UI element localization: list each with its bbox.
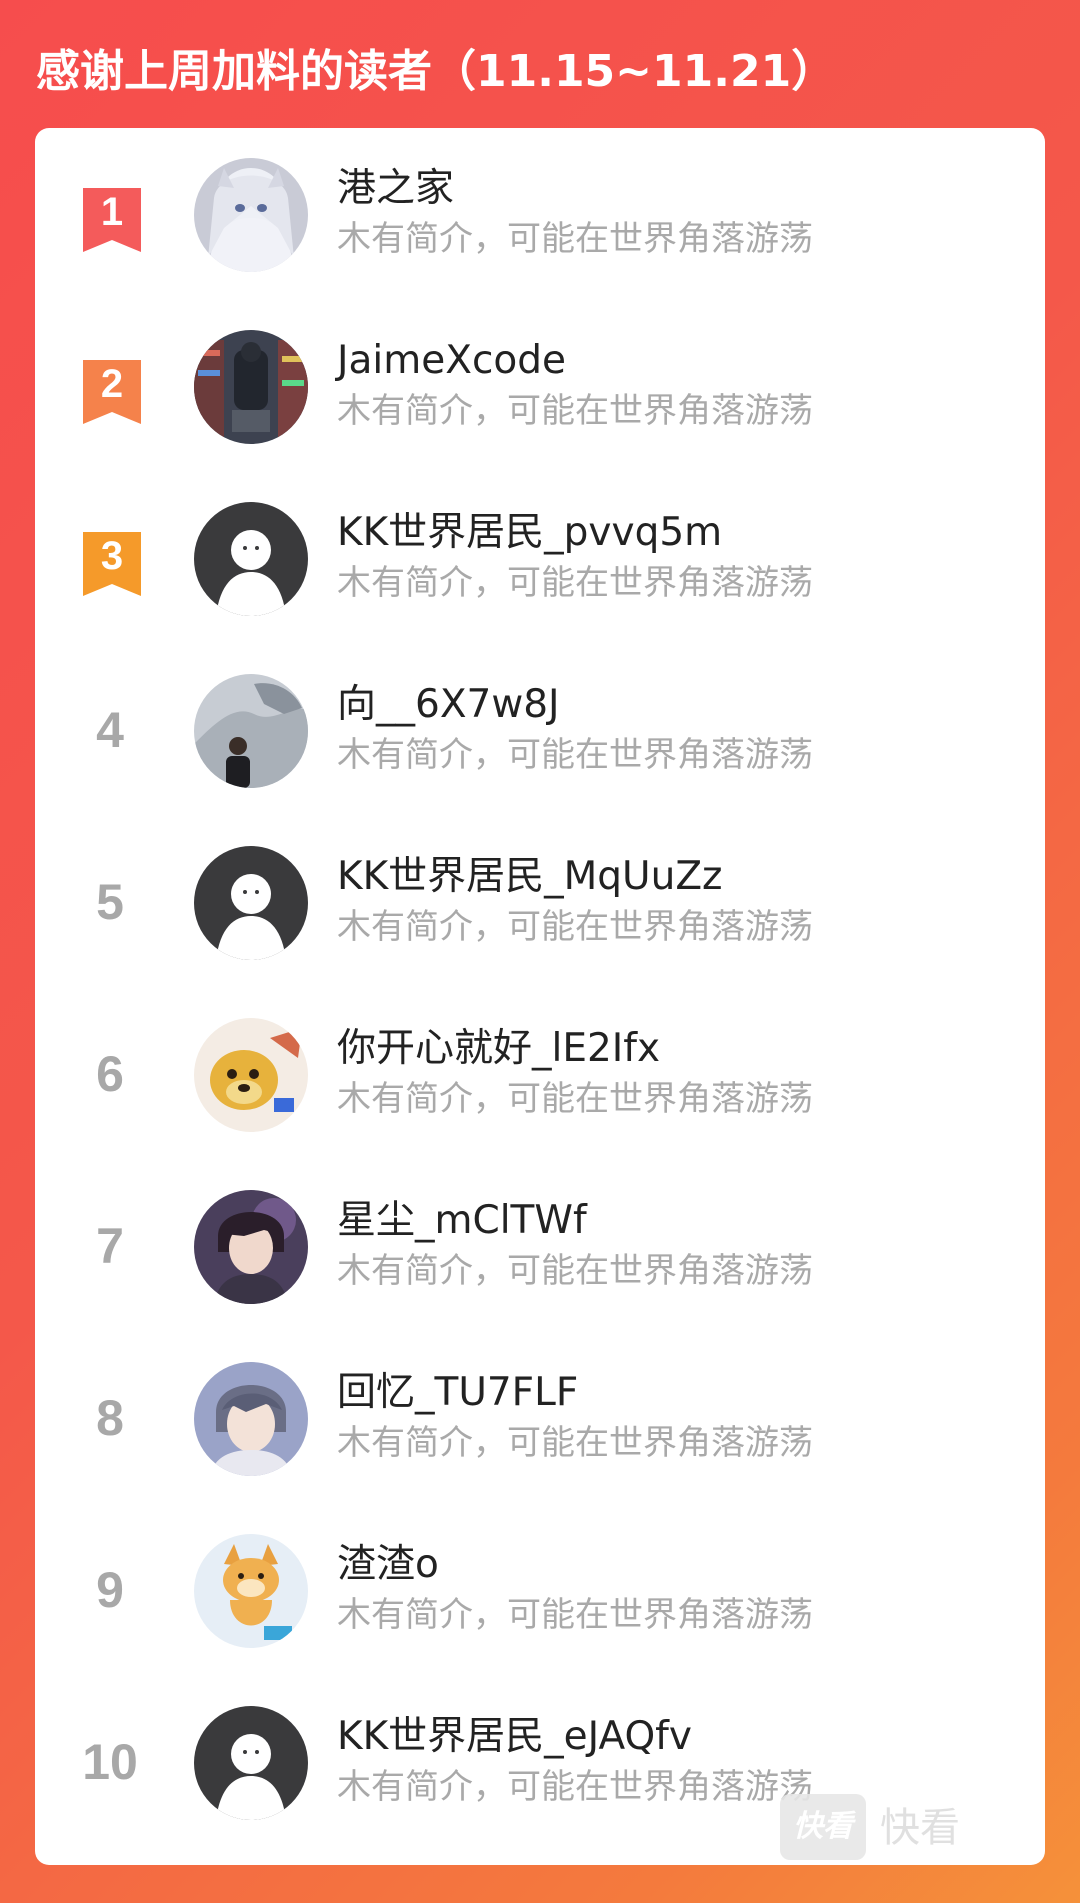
kuaikan-watermark: 快看 快看 (780, 1790, 980, 1866)
rank-number: 10 (82, 1734, 138, 1790)
person-outdoor-photo-avatar[interactable] (194, 674, 308, 788)
anime-boy-avatar-2[interactable] (194, 1362, 308, 1476)
reader-bio: 木有简介，可能在世界角落游荡 (337, 1595, 813, 1635)
reader-name[interactable]: 向__6X7w8J (337, 680, 560, 730)
list-item-reader-7[interactable]: 7 星尘_mClTWf 木有简介，可能在世界角落游荡 (35, 1160, 1045, 1332)
reader-name[interactable]: 星尘_mClTWf (337, 1196, 587, 1246)
list-item-reader-6[interactable]: 6 你开心就好_lE2Ifx 木有简介，可能在世界角落游荡 (35, 988, 1045, 1160)
list-item-reader-2[interactable]: 2 JaimeXcode 木有简介，可能在世界角落游荡 (35, 300, 1045, 472)
rank-3-ribbon-icon: 3 (83, 532, 141, 596)
rank-number: 8 (96, 1390, 124, 1446)
reader-ranking-list: 1 港之家 木有简介，可能在世界角落游荡 2 JaimeXcode 木有简介，可… (35, 128, 1045, 1865)
reader-bio: 木有简介，可能在世界角落游荡 (337, 735, 813, 775)
reader-name[interactable]: 港之家 (337, 164, 454, 214)
rank-1-ribbon-icon: 1 (83, 188, 141, 252)
reader-bio: 木有简介，可能在世界角落游荡 (337, 1767, 813, 1807)
rank-2-ribbon-icon: 2 (83, 360, 141, 424)
page-title: 感谢上周加料的读者（11.15~11.21） (36, 46, 836, 97)
rank-number: 9 (96, 1562, 124, 1618)
list-item-reader-3[interactable]: 3 KK世界居民_pvvq5m 木有简介，可能在世界角落游荡 (35, 472, 1045, 644)
reader-bio: 木有简介，可能在世界角落游荡 (337, 907, 813, 947)
list-item-reader-4[interactable]: 4 向__6X7w8J 木有简介，可能在世界角落游荡 (35, 644, 1045, 816)
reader-bio: 木有简介，可能在世界角落游荡 (337, 1251, 813, 1291)
reader-name[interactable]: JaimeXcode (337, 336, 566, 386)
rank-number: 5 (96, 874, 124, 930)
shiba-dog-avatar[interactable] (194, 1534, 308, 1648)
reader-name[interactable]: KK世界居民_pvvq5m (337, 508, 722, 558)
reader-name[interactable]: 渣渣o (337, 1540, 439, 1590)
default-user-avatar[interactable] (194, 846, 308, 960)
reader-bio: 木有简介，可能在世界角落游荡 (337, 1423, 813, 1463)
rank-number: 7 (96, 1218, 124, 1274)
reader-bio: 木有简介，可能在世界角落游荡 (337, 219, 813, 259)
reader-bio: 木有简介，可能在世界角落游荡 (337, 391, 813, 431)
default-user-avatar[interactable] (194, 1706, 308, 1820)
reader-name[interactable]: 你开心就好_lE2Ifx (337, 1024, 660, 1074)
watermark-brand-text: 快看 (880, 1805, 960, 1851)
reader-name[interactable]: 回忆_TU7FLF (337, 1368, 578, 1418)
reader-name[interactable]: KK世界居民_MqUuZz (337, 852, 723, 902)
anime-boy-avatar[interactable] (194, 1190, 308, 1304)
store-aisle-photo-avatar[interactable] (194, 330, 308, 444)
reader-bio: 木有简介，可能在世界角落游荡 (337, 563, 813, 603)
list-item-reader-5[interactable]: 5 KK世界居民_MqUuZz 木有简介，可能在世界角落游荡 (35, 816, 1045, 988)
anime-girl-avatar[interactable] (194, 158, 308, 272)
rank-number: 6 (96, 1046, 124, 1102)
list-item-reader-8[interactable]: 8 回忆_TU7FLF 木有简介，可能在世界角落游荡 (35, 1332, 1045, 1504)
reader-bio: 木有简介，可能在世界角落游荡 (337, 1079, 813, 1119)
rank-number: 4 (96, 702, 124, 758)
default-user-avatar[interactable] (194, 502, 308, 616)
list-item-reader-1[interactable]: 1 港之家 木有简介，可能在世界角落游荡 (35, 128, 1045, 300)
list-item-reader-9[interactable]: 9 渣渣o 木有简介，可能在世界角落游荡 (35, 1504, 1045, 1676)
reader-name[interactable]: KK世界居民_eJAQfv (337, 1712, 692, 1762)
cartoon-dog-avatar[interactable] (194, 1018, 308, 1132)
kuaikan-logo-icon: 快看 (780, 1794, 866, 1860)
